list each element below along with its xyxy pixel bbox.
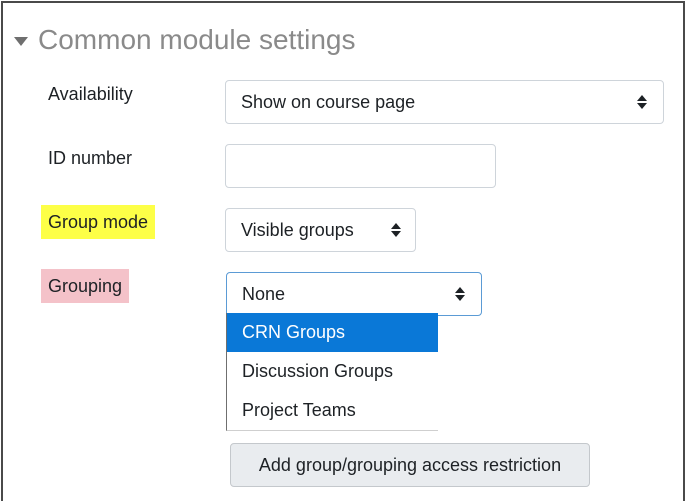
group-mode-select[interactable]: Visible groups [225, 208, 416, 252]
select-arrows-icon [455, 287, 465, 301]
add-restriction-button[interactable]: Add group/grouping access restriction [230, 443, 590, 487]
group-mode-value: Visible groups [241, 219, 354, 240]
id-number-input[interactable] [225, 144, 496, 188]
availability-select[interactable]: Show on course page [225, 80, 664, 124]
grouping-option-discussion-groups[interactable]: Discussion Groups [227, 352, 438, 391]
availability-label: Availability [48, 84, 133, 104]
id-number-label: ID number [48, 148, 133, 168]
group-mode-label: Group mode [41, 205, 156, 239]
select-arrows-icon [637, 95, 647, 109]
grouping-label: Grouping [41, 269, 130, 303]
caret-down-icon [14, 36, 28, 46]
grouping-value: None [242, 283, 286, 304]
grouping-dropdown: CRN Groups Discussion Groups Project Tea… [226, 313, 438, 431]
grouping-select[interactable]: None [226, 272, 482, 316]
section-toggle[interactable]: Common module settings [14, 22, 355, 58]
grouping-option-project-teams[interactable]: Project Teams [227, 391, 438, 430]
select-arrows-icon [391, 223, 401, 237]
section-title: Common module settings [38, 24, 356, 55]
availability-value: Show on course page [241, 91, 416, 112]
grouping-option-crn-groups[interactable]: CRN Groups [227, 313, 438, 352]
